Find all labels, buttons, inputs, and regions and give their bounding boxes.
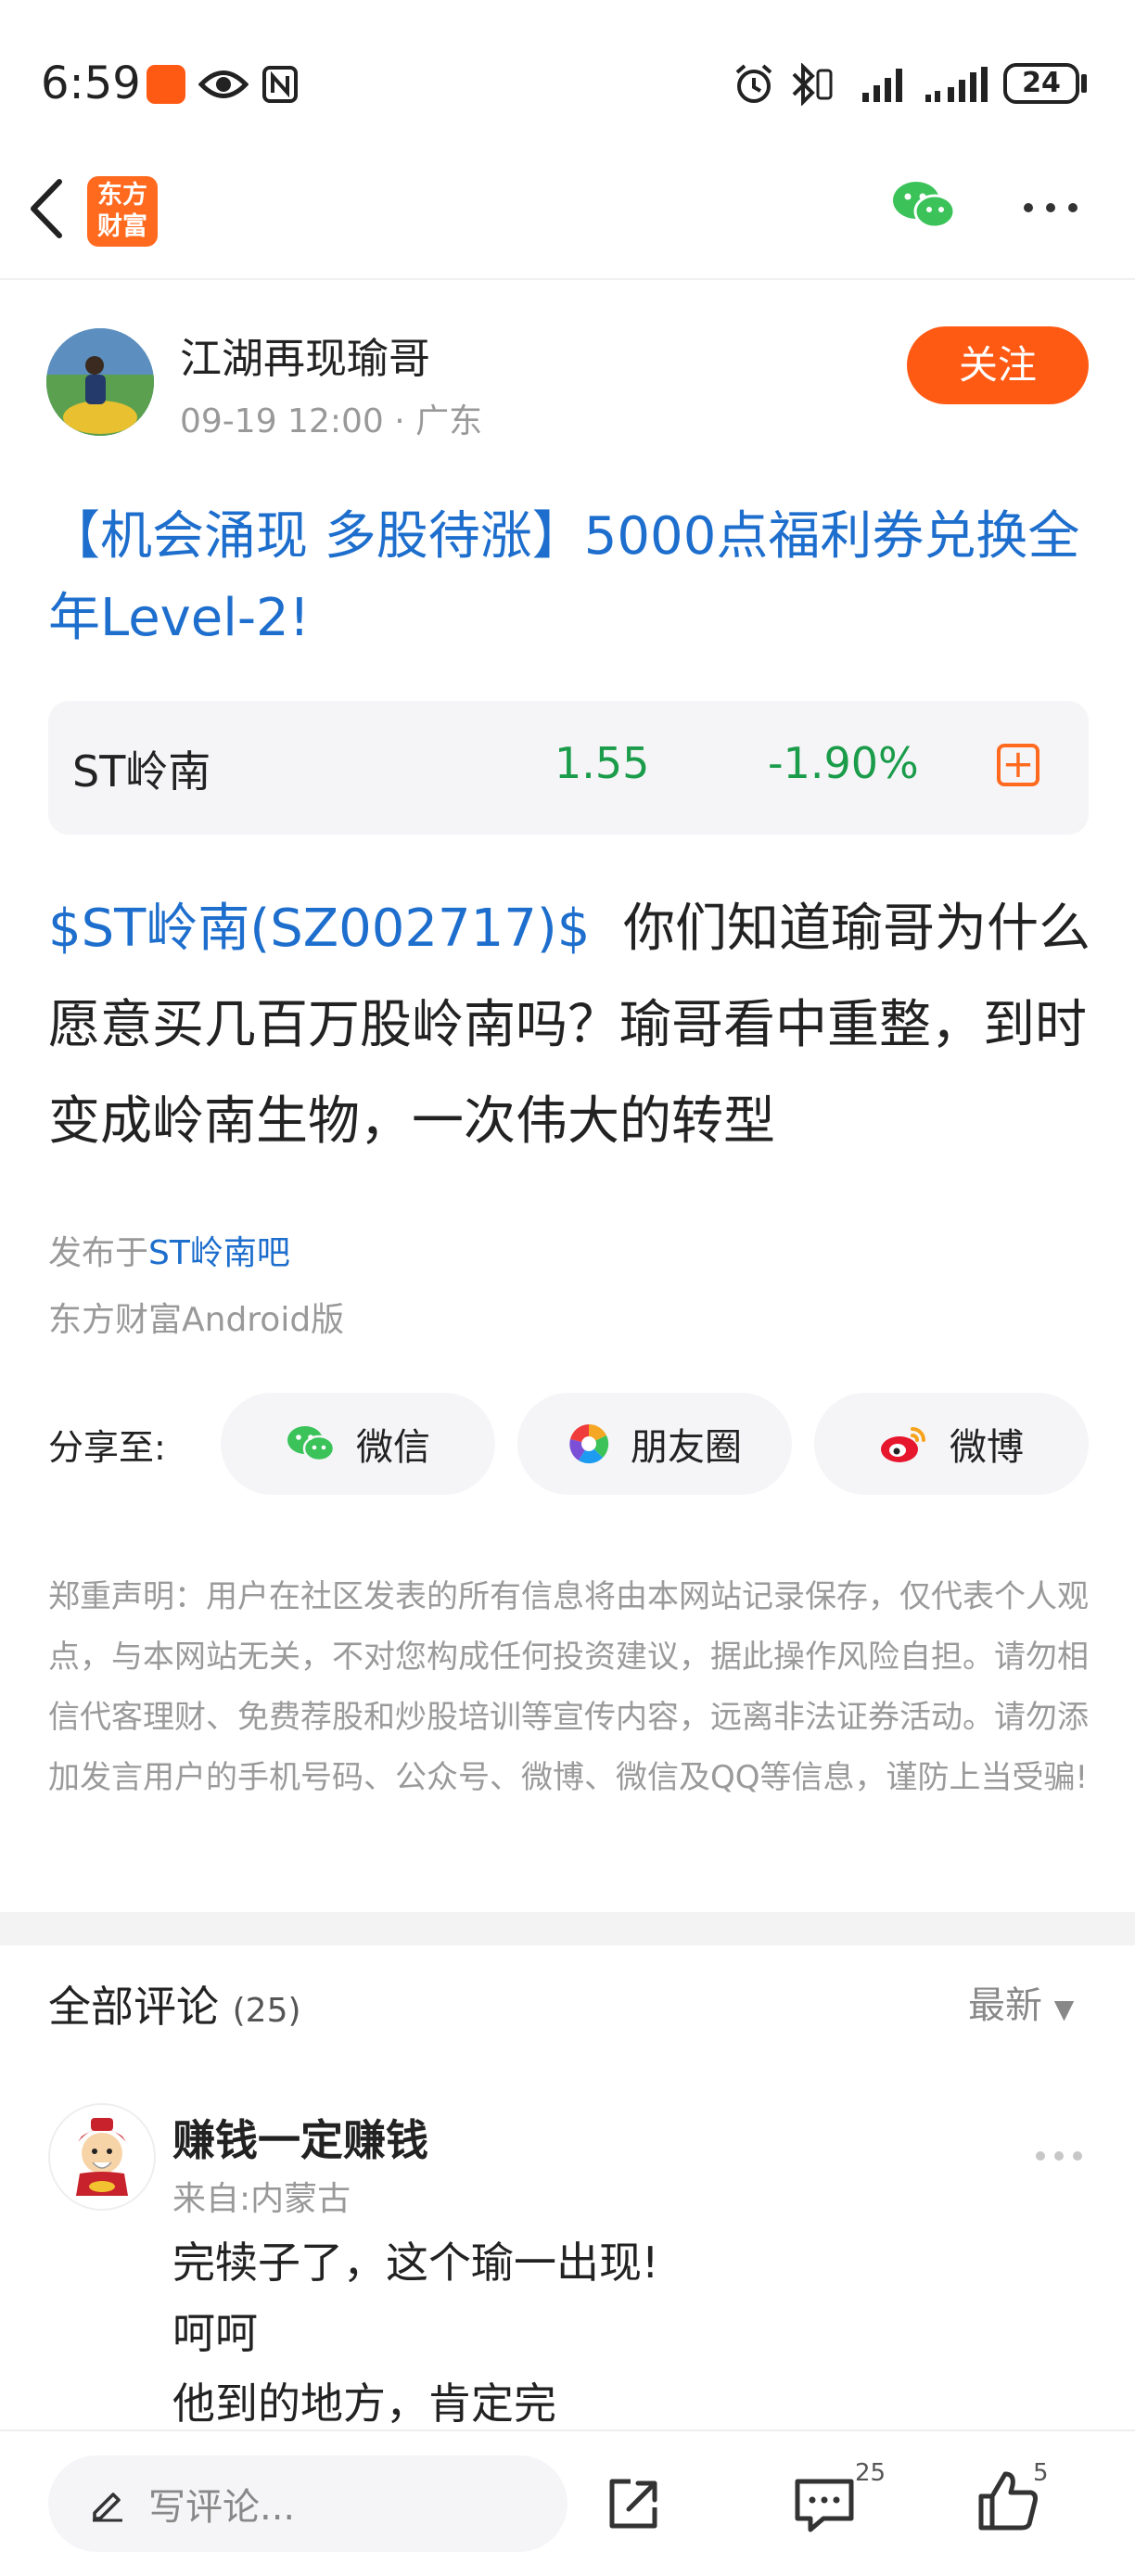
signal-icon <box>861 65 911 108</box>
comment-icon[interactable] <box>792 2476 857 2539</box>
comment-text: 完犊子了，这个瑜一出现! 呵呵 他到的地方，肯定完 <box>172 2238 659 2429</box>
commenter-name[interactable]: 赚钱一定赚钱 <box>172 2107 428 2168</box>
follow-button[interactable]: 关注 <box>907 326 1089 404</box>
section-divider <box>0 1912 1135 1945</box>
comments-title-label: 全部评论 <box>48 1982 219 2032</box>
sort-label: 最新 <box>968 1984 1042 2027</box>
commenter-location: 来自:内蒙古 <box>172 2180 351 2218</box>
published-prefix: 发布于 <box>48 1234 149 1272</box>
alarm-icon <box>733 63 775 109</box>
chevron-down-icon: ▼ <box>1053 1994 1075 2024</box>
battery-icon: 24 <box>1003 63 1079 104</box>
battery-tip <box>1081 74 1087 93</box>
stock-change: -1.90% <box>768 738 919 788</box>
app-notification-icon <box>147 65 185 104</box>
share-weibo-button[interactable]: 微博 <box>814 1393 1089 1495</box>
share-label: 分享至: <box>48 1427 166 1468</box>
nfc-icon <box>261 65 299 108</box>
wechat-share-icon[interactable] <box>890 178 957 237</box>
post-body: $ST岭南(SZ002717)$ 你们知道瑜哥为什么愿意买几百万股岭南吗？瑜哥看… <box>48 881 1096 1170</box>
comment-count-badge: 25 <box>855 2459 886 2487</box>
status-bar: 6:59 24 <box>0 0 1135 167</box>
commenter-avatar[interactable] <box>48 2103 156 2211</box>
pencil-icon <box>89 2485 126 2522</box>
write-comment-placeholder: 写评论... <box>148 2486 296 2529</box>
more-menu-icon[interactable] <box>1022 200 1079 218</box>
stock-price: 1.55 <box>555 738 650 788</box>
share-weibo-label: 微博 <box>950 1426 1024 1469</box>
status-time: 6:59 <box>41 57 141 109</box>
forum-link[interactable]: ST岭南吧 <box>148 1234 290 1272</box>
share-wechat-label: 微信 <box>356 1426 430 1469</box>
comments-count: (25) <box>232 1992 301 2030</box>
share-moments-label: 朋友圈 <box>631 1426 742 1469</box>
disclaimer-text: 郑重声明：用户在社区发表的所有信息将由本网站记录保存，仅代表个人观点，与本网站无… <box>48 1578 1089 1796</box>
share-moments-button[interactable]: 朋友圈 <box>517 1393 792 1495</box>
comment-more-icon[interactable] <box>1035 2129 1083 2172</box>
write-comment-input[interactable]: 写评论... <box>48 2455 568 2552</box>
eye-icon <box>198 65 249 108</box>
nav-bar <box>0 167 1135 280</box>
logo-line-1: 东方 <box>97 181 147 210</box>
bluetooth-icon <box>788 62 835 109</box>
promo-headline[interactable]: 【机会涌现 多股待涨】5000点福利券兑换全年Level-2! <box>48 496 1096 659</box>
logo-line-2: 财富 <box>97 212 147 241</box>
add-watchlist-icon[interactable]: + <box>997 744 1039 786</box>
weibo-icon <box>879 1423 929 1464</box>
share-wechat-button[interactable]: 微信 <box>221 1393 495 1495</box>
author-avatar[interactable] <box>46 328 154 436</box>
like-thumb-icon[interactable] <box>976 2468 1040 2537</box>
moments-icon <box>568 1422 610 1465</box>
comments-title: 全部评论 (25) <box>48 1973 301 2034</box>
stock-name: ST岭南 <box>72 746 211 797</box>
stock-tag-link[interactable]: $ST岭南(SZ002717)$ <box>48 899 590 959</box>
like-count-badge: 5 <box>1033 2459 1049 2487</box>
back-arrow-icon[interactable] <box>24 176 70 245</box>
post-source: 东方财富Android版 <box>48 1301 345 1339</box>
post-meta: 09-19 12:00 · 广东 <box>180 402 483 440</box>
author-name[interactable]: 江湖再现瑜哥 <box>180 325 430 385</box>
signal-icon-2 <box>924 65 992 108</box>
share-out-icon[interactable] <box>603 2474 664 2539</box>
wechat-icon <box>286 1423 336 1464</box>
eastmoney-logo: 东方 财富 <box>87 176 158 247</box>
sort-dropdown[interactable]: 最新 ▼ <box>968 1975 1074 2029</box>
published-in: 发布于ST岭南吧 <box>48 1226 290 1274</box>
